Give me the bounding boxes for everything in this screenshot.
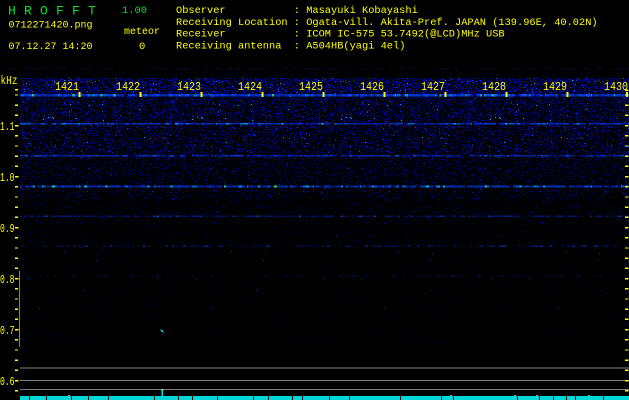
svg-text:Receiving antenna : A504HB(ya: Receiving antenna : A504HB(yagi 4el)	[176, 41, 405, 53]
svg-text:kHz: kHz	[1, 74, 18, 88]
svg-text:F: F	[72, 4, 80, 19]
svg-text:0712271420.png: 0712271420.png	[9, 20, 93, 32]
svg-text:1426: 1426	[360, 81, 384, 94]
svg-text:1421: 1421	[55, 81, 79, 94]
svg-text:F: F	[56, 4, 64, 19]
svg-text:1427: 1427	[421, 81, 445, 94]
svg-text:Receiver : ICOM IC-5: Receiver : ICOM IC-575 53.7492(@LCD)MHz …	[176, 29, 505, 41]
svg-text:0: 0	[139, 41, 145, 53]
svg-text:1.00: 1.00	[122, 5, 147, 17]
svg-text:0.6: 0.6	[0, 375, 15, 389]
svg-text:1423: 1423	[177, 81, 201, 94]
svg-text:0.8: 0.8	[0, 273, 15, 287]
svg-text:1422: 1422	[116, 81, 140, 94]
svg-text:1.1: 1.1	[0, 120, 15, 134]
svg-text:07.12.27 14:20: 07.12.27 14:20	[9, 41, 93, 53]
svg-text:Observer : Masayuki: Observer : Masayuki Kobayashi	[176, 5, 418, 17]
svg-text:O: O	[40, 4, 48, 19]
svg-text:H: H	[8, 4, 16, 19]
svg-text:1425: 1425	[299, 81, 323, 94]
svg-text:1429: 1429	[543, 81, 567, 94]
svg-text:Receiving Location : Ogata-vil: Receiving Location : Ogata-vill. Akita-P…	[176, 17, 598, 29]
svg-text:meteor: meteor	[124, 26, 160, 38]
svg-text:0.9: 0.9	[0, 222, 15, 236]
svg-text:0.7: 0.7	[0, 324, 15, 338]
svg-text:1.0: 1.0	[0, 171, 15, 185]
svg-text:1424: 1424	[238, 81, 262, 94]
svg-text:1428: 1428	[482, 81, 506, 94]
svg-text:T: T	[88, 4, 96, 19]
svg-text:R: R	[24, 4, 32, 19]
svg-text:1430: 1430	[604, 81, 628, 94]
